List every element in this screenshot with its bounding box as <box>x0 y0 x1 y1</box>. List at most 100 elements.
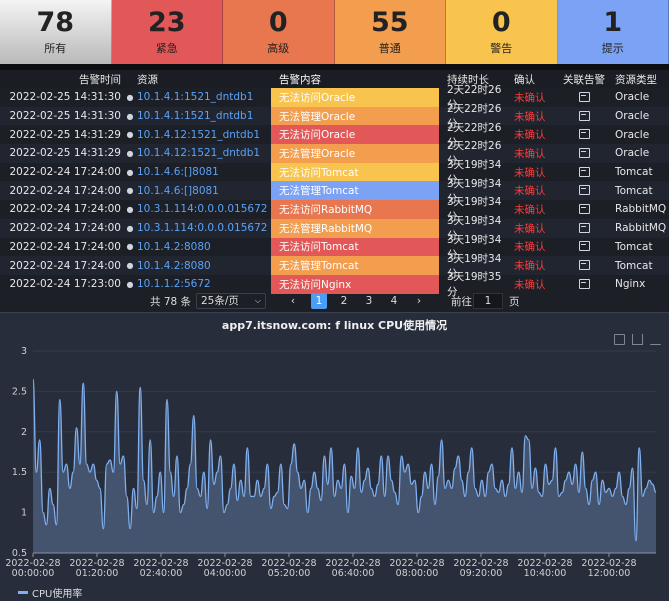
bullet-icon: ● <box>125 149 135 158</box>
page-3[interactable]: 3 <box>361 293 377 309</box>
stat-count: 0 <box>269 8 288 38</box>
resource-link[interactable]: 10.1.1.2:5672 <box>135 278 271 290</box>
related-alarm-icon[interactable] <box>579 111 590 121</box>
x-tick-label: 02:40:00 <box>140 568 183 579</box>
stat-count: 23 <box>148 8 186 38</box>
alarm-time: 2022-02-25 14:31:30 <box>0 110 125 122</box>
table-row[interactable]: 2022-02-24 17:24:00●10.1.4.6:[]8081无法管理T… <box>0 181 669 200</box>
related-alarm-cell <box>555 147 613 160</box>
alarm-time: 2022-02-24 17:24:00 <box>0 185 125 197</box>
table-row[interactable]: 2022-02-24 17:24:00●10.3.1.114:0.0.0.015… <box>0 200 669 219</box>
next-page-icon[interactable]: › <box>411 293 427 309</box>
header-ack[interactable]: 确认 <box>510 72 555 87</box>
goto-label: 前往 <box>451 294 472 309</box>
stat-label: 警告 <box>490 40 512 56</box>
related-alarm-icon[interactable] <box>579 185 590 195</box>
alarm-content: 无法管理RabbitMQ <box>271 219 439 238</box>
y-tick-label: 1.5 <box>12 467 27 478</box>
table-row[interactable]: 2022-02-24 17:24:00●10.1.4.2:8080无法管理Tom… <box>0 256 669 275</box>
alarm-time: 2022-02-24 17:24:00 <box>0 222 125 234</box>
header-content[interactable]: 告警内容 <box>271 70 439 88</box>
resource-type: Tomcat <box>613 241 669 253</box>
page-4[interactable]: 4 <box>386 293 402 309</box>
bullet-icon: ● <box>125 280 135 289</box>
related-alarm-icon[interactable] <box>579 167 590 177</box>
ack-status[interactable]: 未确认 <box>510 109 555 124</box>
stat-card[interactable]: 78所有 <box>0 0 112 64</box>
ack-status[interactable]: 未确认 <box>510 202 555 217</box>
stat-card[interactable]: 55普通 <box>335 0 447 64</box>
resource-link[interactable]: 10.3.1.114:0.0.0.015672 <box>135 203 271 215</box>
bullet-icon: ● <box>125 242 135 251</box>
ack-status[interactable]: 未确认 <box>510 183 555 198</box>
related-alarm-icon[interactable] <box>579 204 590 214</box>
related-alarm-icon[interactable] <box>579 279 590 289</box>
resource-link[interactable]: 10.1.4.6:[]8081 <box>135 166 271 178</box>
alarm-time: 2022-02-24 17:24:00 <box>0 166 125 178</box>
table-row[interactable]: 2022-02-24 17:24:00●10.1.4.2:8080无法访问Tom… <box>0 238 669 257</box>
page-size-select[interactable]: 25条/页⌵ <box>196 293 266 309</box>
resource-link[interactable]: 10.1.4.6:[]8081 <box>135 185 271 197</box>
ack-status[interactable]: 未确认 <box>510 127 555 142</box>
stat-card[interactable]: 0警告 <box>446 0 558 64</box>
header-resource[interactable]: 资源 <box>135 72 271 87</box>
chevron-down-icon: ⌵ <box>255 294 261 308</box>
resource-link[interactable]: 10.1.4.2:8080 <box>135 241 271 253</box>
goto-page-input[interactable]: 1 <box>473 293 503 309</box>
prev-page-icon[interactable]: ‹ <box>285 293 301 309</box>
x-tick-label: 05:20:00 <box>268 568 311 579</box>
alarm-content: 无法访问Tomcat <box>271 163 439 182</box>
bullet-icon: ● <box>125 93 135 102</box>
resource-link[interactable]: 10.1.4.1:1521_dntdb1 <box>135 110 271 122</box>
resource-link[interactable]: 10.1.4.12:1521_dntdb1 <box>135 147 271 159</box>
stat-card[interactable]: 23紧急 <box>112 0 224 64</box>
related-alarm-icon[interactable] <box>579 241 590 251</box>
ack-status[interactable]: 未确认 <box>510 239 555 254</box>
resource-link[interactable]: 10.1.4.1:1521_dntdb1 <box>135 91 271 103</box>
alarm-time: 2022-02-24 17:23:00 <box>0 278 125 290</box>
stat-label: 提示 <box>602 40 624 56</box>
bullet-icon: ● <box>125 168 135 177</box>
table-row[interactable]: 2022-02-24 17:24:00●10.1.4.6:[]8081无法访问T… <box>0 163 669 182</box>
resource-link[interactable]: 10.1.4.12:1521_dntdb1 <box>135 129 271 141</box>
alarm-time: 2022-02-25 14:31:29 <box>0 147 125 159</box>
related-alarm-icon[interactable] <box>579 129 590 139</box>
alarm-content: 无法管理Tomcat <box>271 256 439 275</box>
pagination: 共 78 条 25条/页⌵ ‹ 1 2 3 4 › 前往 1 页 <box>0 290 669 312</box>
resource-link[interactable]: 10.3.1.114:0.0.0.015672 <box>135 222 271 234</box>
legend-swatch <box>18 591 28 594</box>
header-time[interactable]: 告警时间 <box>0 72 125 87</box>
page-1[interactable]: 1 <box>311 293 327 309</box>
bullet-icon: ● <box>125 224 135 233</box>
ack-status[interactable]: 未确认 <box>510 165 555 180</box>
alarm-stats-bar: 78所有23紧急0高级55普通0警告1提示 <box>0 0 669 64</box>
ack-status[interactable]: 未确认 <box>510 146 555 161</box>
related-alarm-icon[interactable] <box>579 92 590 102</box>
alarm-content: 无法管理Oracle <box>271 107 439 126</box>
alarm-content: 无法访问Oracle <box>271 88 439 107</box>
related-alarm-icon[interactable] <box>579 223 590 233</box>
related-alarm-icon[interactable] <box>579 260 590 270</box>
alarm-time: 2022-02-25 14:31:29 <box>0 129 125 141</box>
table-row[interactable]: 2022-02-25 14:31:30●10.1.4.1:1521_dntdb1… <box>0 88 669 107</box>
ack-status[interactable]: 未确认 <box>510 258 555 273</box>
table-body: 2022-02-25 14:31:30●10.1.4.1:1521_dntdb1… <box>0 88 669 294</box>
cpu-area-chart: 0.511.522.532022-02-2800:00:002022-02-28… <box>0 313 669 601</box>
table-row[interactable]: 2022-02-24 17:24:00●10.3.1.114:0.0.0.015… <box>0 219 669 238</box>
header-related[interactable]: 关联告警 <box>555 72 613 87</box>
resource-link[interactable]: 10.1.4.2:8080 <box>135 260 271 272</box>
header-type[interactable]: 资源类型 <box>613 72 669 87</box>
page-2[interactable]: 2 <box>336 293 352 309</box>
table-row[interactable]: 2022-02-25 14:31:29●10.1.4.12:1521_dntdb… <box>0 144 669 163</box>
ack-status[interactable]: 未确认 <box>510 90 555 105</box>
table-row[interactable]: 2022-02-25 14:31:29●10.1.4.12:1521_dntdb… <box>0 125 669 144</box>
stat-card[interactable]: 0高级 <box>223 0 335 64</box>
table-row[interactable]: 2022-02-25 14:31:30●10.1.4.1:1521_dntdb1… <box>0 107 669 126</box>
stat-label: 普通 <box>379 40 401 56</box>
bullet-icon: ● <box>125 261 135 270</box>
chart-legend[interactable]: CPU使用率 <box>18 585 82 600</box>
alarm-content: 无法管理Oracle <box>271 144 439 163</box>
related-alarm-icon[interactable] <box>579 148 590 158</box>
ack-status[interactable]: 未确认 <box>510 221 555 236</box>
stat-card[interactable]: 1提示 <box>558 0 669 64</box>
